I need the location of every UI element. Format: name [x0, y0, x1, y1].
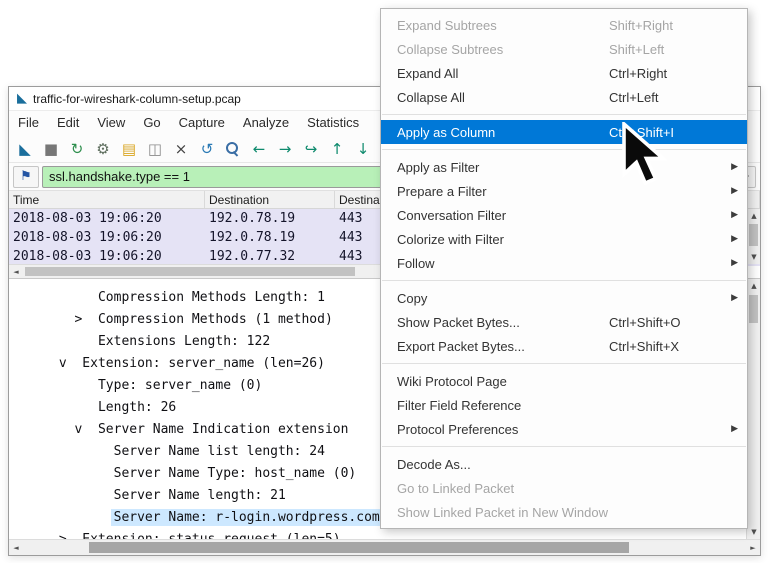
menu-item-colorize-with-filter[interactable]: Colorize with Filter▶ — [381, 227, 747, 251]
column-header-destination[interactable]: Destination — [205, 191, 335, 208]
submenu-arrow-icon: ▶ — [731, 234, 738, 244]
go-last-packet-icon[interactable]: ↓ — [351, 138, 375, 160]
scroll-left-icon[interactable]: ◄ — [9, 541, 23, 555]
menu-item-collapse-all[interactable]: Collapse AllCtrl+Left — [381, 85, 747, 109]
submenu-arrow-icon: ▶ — [731, 186, 738, 196]
go-to-packet-icon[interactable]: ↪ — [299, 138, 323, 160]
menubar-item-file[interactable]: File — [9, 111, 48, 135]
submenu-arrow-icon: ▶ — [731, 162, 738, 172]
selected-detail-line: Server Name: r-login.wordpress.com — [111, 509, 383, 526]
close-capture-icon[interactable]: × — [169, 138, 193, 160]
menu-item-expand-all[interactable]: Expand AllCtrl+Right — [381, 61, 747, 85]
scroll-up-icon[interactable]: ▲ — [747, 209, 760, 223]
restart-capture-icon[interactable]: ↻ — [65, 138, 89, 160]
submenu-arrow-icon: ▶ — [731, 258, 738, 268]
cell-destination: 192.0.78.19 — [205, 209, 335, 228]
menubar-item-capture[interactable]: Capture — [170, 111, 234, 135]
submenu-arrow-icon: ▶ — [731, 210, 738, 220]
go-forward-icon[interactable]: → — [273, 138, 297, 160]
menu-item-apply-as-filter[interactable]: Apply as Filter▶ — [381, 155, 747, 179]
menu-item-wiki-protocol-page[interactable]: Wiki Protocol Page — [381, 369, 747, 393]
scrollbar-thumb[interactable] — [25, 267, 355, 276]
menu-item-export-packet-bytes[interactable]: Export Packet Bytes...Ctrl+Shift+X — [381, 334, 747, 358]
scrollbar-thumb[interactable] — [749, 224, 758, 246]
scroll-down-icon[interactable]: ▼ — [747, 525, 760, 539]
menu-item-apply-as-column[interactable]: Apply as ColumnCtrl+Shift+I — [381, 120, 747, 144]
menu-separator — [382, 149, 746, 150]
menu-item-show-packet-bytes[interactable]: Show Packet Bytes...Ctrl+Shift+O — [381, 310, 747, 334]
bottom-hscrollbar[interactable]: ◄ ► — [9, 539, 760, 555]
cell-destination: 192.0.78.19 — [205, 228, 335, 247]
detail-line[interactable]: > Extension: status_request (len=5) — [51, 529, 744, 539]
scroll-left-icon[interactable]: ◄ — [9, 265, 23, 279]
menu-separator — [382, 114, 746, 115]
submenu-arrow-icon: ▶ — [731, 424, 738, 434]
menu-item-collapse-subtrees: Collapse SubtreesShift+Left — [381, 37, 747, 61]
scroll-down-icon[interactable]: ▼ — [747, 250, 760, 264]
find-packet-icon[interactable] — [221, 138, 245, 160]
menu-item-prepare-a-filter[interactable]: Prepare a Filter▶ — [381, 179, 747, 203]
menu-item-go-to-linked-packet: Go to Linked Packet — [381, 476, 747, 500]
menu-item-protocol-preferences[interactable]: Protocol Preferences▶ — [381, 417, 747, 441]
menu-separator — [382, 280, 746, 281]
menubar-item-statistics[interactable]: Statistics — [298, 111, 368, 135]
menu-item-filter-field-reference[interactable]: Filter Field Reference — [381, 393, 747, 417]
menu-separator — [382, 446, 746, 447]
menubar-item-view[interactable]: View — [88, 111, 134, 135]
menu-item-copy[interactable]: Copy▶ — [381, 286, 747, 310]
menubar-item-analyze[interactable]: Analyze — [234, 111, 298, 135]
menu-item-expand-subtrees: Expand SubtreesShift+Right — [381, 13, 747, 37]
menu-item-conversation-filter[interactable]: Conversation Filter▶ — [381, 203, 747, 227]
start-capture-fin-icon[interactable]: ◣ — [13, 138, 37, 160]
scroll-up-icon[interactable]: ▲ — [747, 279, 760, 293]
save-file-icon[interactable]: ◫ — [143, 138, 167, 160]
filter-bookmark-button[interactable]: ⚑ — [13, 166, 39, 188]
window-title: traffic-for-wireshark-column-setup.pcap — [33, 92, 241, 106]
open-file-folder-icon[interactable]: ▤ — [117, 138, 141, 160]
scroll-right-icon[interactable]: ► — [746, 541, 760, 555]
menu-separator — [382, 363, 746, 364]
menu-item-follow[interactable]: Follow▶ — [381, 251, 747, 275]
menubar-item-edit[interactable]: Edit — [48, 111, 88, 135]
details-vscrollbar[interactable]: ▲ ▼ — [746, 279, 760, 539]
stop-capture-icon[interactable]: ■ — [39, 138, 63, 160]
submenu-arrow-icon: ▶ — [731, 293, 738, 303]
cell-time: 2018-08-03 19:06:20 — [9, 228, 205, 247]
go-first-packet-icon[interactable]: ↑ — [325, 138, 349, 160]
cell-time: 2018-08-03 19:06:20 — [9, 209, 205, 228]
reload-icon[interactable]: ↺ — [195, 138, 219, 160]
bookmark-icon: ⚑ — [20, 169, 32, 184]
screen: ◣ traffic-for-wireshark-column-setup.pca… — [0, 0, 768, 563]
scrollbar-thumb[interactable] — [749, 295, 758, 323]
capture-options-gear-icon[interactable]: ⚙ — [91, 138, 115, 160]
menu-item-show-linked-packet-in-new-window: Show Linked Packet in New Window — [381, 500, 747, 524]
scrollbar-thumb[interactable] — [89, 542, 629, 553]
context-menu: Expand SubtreesShift+RightCollapse Subtr… — [380, 8, 748, 529]
menubar-item-go[interactable]: Go — [134, 111, 169, 135]
column-header-time[interactable]: Time — [9, 191, 205, 208]
menu-item-decode-as[interactable]: Decode As... — [381, 452, 747, 476]
wireshark-fin-icon: ◣ — [17, 91, 27, 106]
go-back-icon[interactable]: ← — [247, 138, 271, 160]
packet-list-vscrollbar[interactable]: ▲ ▼ — [746, 209, 760, 264]
